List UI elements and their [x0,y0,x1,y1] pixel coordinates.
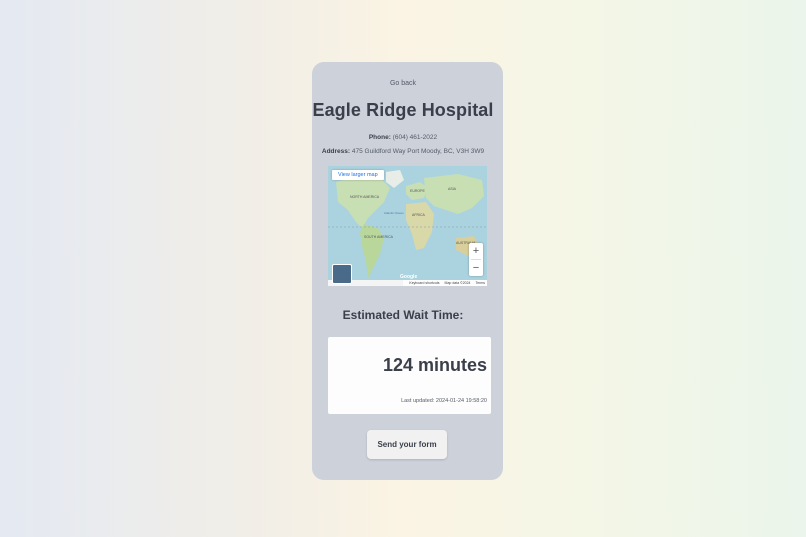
address-label: Address: [321,148,351,155]
keyboard-shortcuts-link[interactable]: Keyboard shortcuts [409,281,439,285]
phone-number[interactable]: (604) 461-2022 [393,134,437,141]
last-updated-text: Last updated: 2024-01-24 19:58:20 [401,398,487,404]
send-form-button[interactable]: Send your form [367,430,447,459]
terms-link[interactable]: Terms [475,281,485,285]
wait-time-box: 124 minutes Last updated: 2024-01-24 19:… [328,337,491,414]
label-asia: ASIA [448,187,457,191]
hospital-name: Eagle Ridge Hospital [312,100,494,120]
address-text: 475 Guildford Way Port Moody, BC, V3H 3W… [351,148,485,155]
label-europe: EUROPE [410,189,425,193]
wait-time-value: 124 minutes [382,355,487,375]
phone-line: Phone: (604) 461-2022 [0,134,806,141]
zoom-out-button[interactable]: − [469,260,483,276]
embedded-map[interactable]: NORTH AMERICA SOUTH AMERICA EUROPE AFRIC… [328,166,487,286]
address-line: Address: 475 Guildford Way Port Moody, B… [0,148,806,155]
map-footer: Keyboard shortcuts Map data ©2024 Terms [403,280,487,286]
label-north-america: NORTH AMERICA [350,195,380,199]
phone-label: Phone: [368,134,391,141]
zoom-controls: + − [469,243,483,276]
zoom-in-button[interactable]: + [469,243,483,259]
map-data-text: Map data ©2024 [444,281,471,285]
go-back-link[interactable]: Go back [0,80,806,87]
satellite-toggle-icon[interactable] [332,264,352,284]
label-africa: AFRICA [412,213,426,217]
view-larger-map-button[interactable]: View larger map [332,170,384,180]
label-ocean: Atlantic Ocean [384,211,404,215]
label-south-america: SOUTH AMERICA [364,235,394,239]
wait-time-heading: Estimated Wait Time: [342,308,464,322]
